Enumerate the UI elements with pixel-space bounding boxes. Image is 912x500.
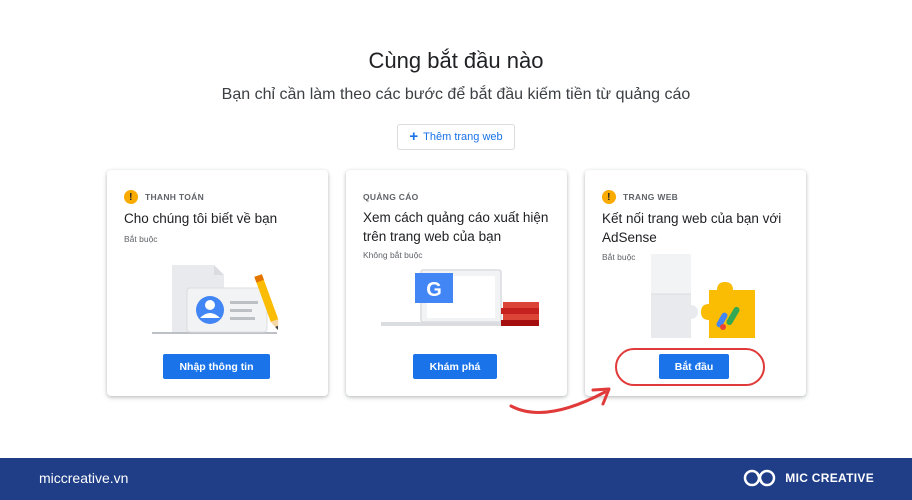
laptop-ads-illustration: G [381, 269, 539, 326]
page-subtitle: Bạn chỉ cần làm theo các bước để bắt đầu… [221, 86, 691, 103]
card-title: Xem cách quảng cáo xuất hiện trên trang … [363, 210, 549, 244]
page-title: Cùng bắt đầu nào [368, 48, 544, 73]
card-category: QUẢNG CÁO [363, 192, 419, 202]
footer-url[interactable]: miccreative.vn [39, 470, 128, 486]
category-label: TRANG WEB [623, 192, 679, 202]
card-category: ! TRANG WEB [602, 190, 678, 204]
card-payment: ! THANH TOÁN Cho chúng tôi biết về bạn B… [107, 170, 328, 396]
highlight-circle [615, 348, 765, 386]
warning-icon: ! [124, 190, 138, 204]
adsense-puzzle-illustration [651, 254, 755, 338]
requirement-label: Không bắt buộc [363, 250, 423, 260]
footer-bar: miccreative.vn MIC CREATIVE [0, 458, 912, 500]
card-title: Kết nối trang web của bạn với AdSense [602, 211, 782, 245]
profile-card-illustration [152, 265, 279, 334]
explore-button[interactable]: Khám phá [413, 354, 497, 379]
add-website-button[interactable]: + Thêm trang web [397, 124, 515, 150]
plus-icon: + [409, 128, 419, 145]
annotation-arrow [509, 387, 611, 414]
warning-icon: ! [602, 190, 616, 204]
add-website-label: Thêm trang web [423, 131, 503, 143]
category-label: THANH TOÁN [145, 192, 205, 202]
brand-name: MIC CREATIVE [785, 471, 874, 485]
card-ads: QUẢNG CÁO Xem cách quảng cáo xuất hiện t… [346, 170, 567, 396]
footer-brand: MIC CREATIVE [743, 467, 874, 489]
card-title: Cho chúng tôi biết về bạn [124, 211, 278, 226]
brand-logo-icon [744, 469, 776, 487]
requirement-label: Bắt buộc [124, 234, 158, 244]
requirement-label: Bắt buộc [602, 252, 636, 262]
category-label: QUẢNG CÁO [363, 192, 419, 202]
enter-info-button[interactable]: Nhập thông tin [163, 354, 270, 379]
card-category: ! THANH TOÁN [124, 190, 204, 204]
svg-text:G: G [426, 279, 442, 301]
